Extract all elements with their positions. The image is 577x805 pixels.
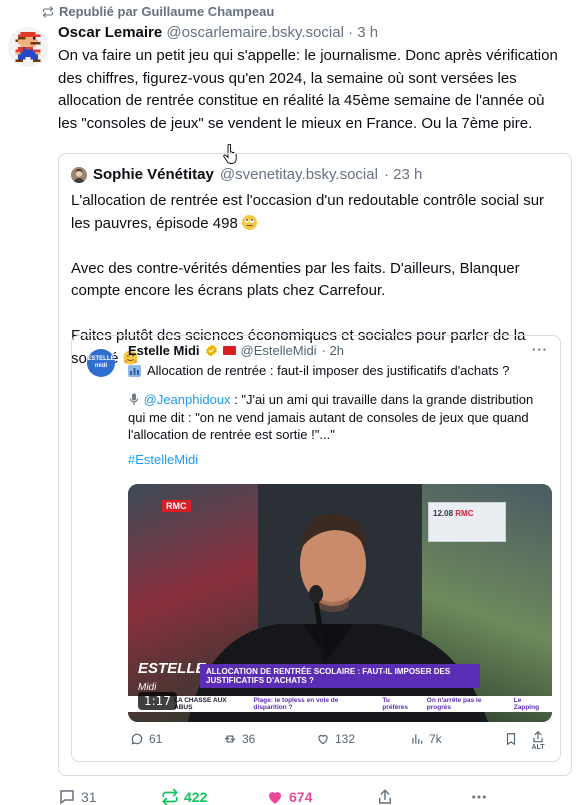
embedded-views-count: 7k <box>429 732 442 746</box>
like-count: 674 <box>289 789 313 805</box>
embedded-post[interactable]: ESTELLE midi Estelle Midi @EstelleMidi ·… <box>71 335 561 762</box>
quoted-post[interactable]: Sophie Vénétitay @svenetitay.bsky.social… <box>58 153 572 776</box>
embedded-retweet-count: 36 <box>242 732 256 746</box>
retweet-icon <box>224 735 236 743</box>
avatar[interactable] <box>8 27 48 67</box>
mention-link[interactable]: @Jeanphidoux <box>144 392 231 407</box>
author-name[interactable]: Oscar Lemaire <box>58 24 162 41</box>
embedded-reply-button[interactable]: 61 <box>130 732 162 746</box>
more-options-button[interactable]: ··· <box>532 342 548 357</box>
quoted-post-header: Sophie Vénétitay @svenetitay.bsky.social… <box>71 166 422 183</box>
alt-badge: ALT <box>531 744 545 751</box>
quoted-paragraph: L'allocation de rentrée est l'occasion d… <box>71 192 545 232</box>
post-time[interactable]: · 3 h <box>348 24 378 41</box>
embedded-share-button[interactable]: ALT <box>531 730 545 751</box>
quoted-post-time[interactable]: · 23 h <box>384 166 422 183</box>
embedded-views-button[interactable]: 7k <box>410 732 442 746</box>
post-actions: 31 422 674 <box>58 788 566 805</box>
views-chart-icon <box>412 734 423 744</box>
ticker-item: Le Zapping <box>513 697 540 711</box>
repost-button[interactable]: 422 <box>161 788 207 805</box>
heart-outline-icon <box>318 734 328 745</box>
embedded-bookmark-button[interactable] <box>504 732 518 746</box>
repost-indicator[interactable]: Republié par Guillaume Champeau <box>42 4 274 19</box>
repost-icon <box>162 788 178 805</box>
estelle-midi-logo[interactable]: ESTELLE midi <box>87 349 115 377</box>
share-icon <box>379 789 391 804</box>
rolling-eyes-emoji-icon <box>241 214 257 230</box>
embedded-title: Allocation de rentrée : faut-il imposer … <box>128 362 509 379</box>
author-handle[interactable]: @oscarlemaire.bsky.social <box>166 24 344 41</box>
repost-count: 422 <box>184 789 208 805</box>
repost-icon <box>42 5 54 18</box>
embedded-author-name[interactable]: Estelle Midi <box>128 343 200 358</box>
verified-badge-icon <box>205 344 217 357</box>
embedded-like-button[interactable]: 132 <box>316 732 355 746</box>
like-button[interactable]: 674 <box>266 788 312 805</box>
repost-label: Republié par Guillaume Champeau <box>59 4 275 19</box>
share-button[interactable] <box>376 788 394 805</box>
embedded-author-handle[interactable]: @EstelleMidi <box>241 343 317 358</box>
rmc-channel-tag: RMC <box>162 500 191 512</box>
person-avatar-icon <box>71 166 87 183</box>
embedded-body: @Jeanphidoux : "J'ai un ami qui travaill… <box>128 392 534 442</box>
embedded-reply-count: 61 <box>149 732 163 746</box>
mario-avatar-icon <box>8 27 48 67</box>
embedded-actions: 61 36 132 7k ALT <box>128 730 554 752</box>
video-ticker: LA CHASSE AUX ABUS Plage: le topless en … <box>128 696 552 712</box>
embedded-retweet-button[interactable]: 36 <box>223 732 255 746</box>
quoted-author-handle[interactable]: @svenetitay.bsky.social <box>220 166 378 183</box>
quoted-paragraph: Avec des contre-vérités démenties par le… <box>71 259 520 300</box>
ticker-item: Plage: le topless en voie de disparition… <box>253 697 339 711</box>
more-icon <box>472 795 486 799</box>
heart-filled-icon <box>269 792 281 804</box>
video-player[interactable]: 12.08 RMC RMC ESTELLE Midi ALLOCATION DE … <box>128 484 552 722</box>
rmc-badge-icon <box>222 346 236 355</box>
bookmark-icon <box>506 733 516 746</box>
quoted-author-name[interactable]: Sophie Vénétitay <box>93 166 214 183</box>
reply-button[interactable]: 31 <box>58 788 97 805</box>
post-text: On va faire un petit jeu qui s'appelle: … <box>58 47 558 132</box>
embedded-time[interactable]: · 2h <box>322 343 344 358</box>
post-header: Oscar Lemaire @oscarlemaire.bsky.social … <box>58 24 378 41</box>
more-button[interactable] <box>470 788 488 805</box>
reply-count: 31 <box>81 789 97 805</box>
avatar[interactable] <box>71 166 87 183</box>
embedded-like-count: 132 <box>335 732 356 746</box>
bar-chart-emoji-icon <box>128 364 141 377</box>
share-icon <box>533 730 543 743</box>
ticker-item: On n'arrête pas le progrès <box>426 697 482 711</box>
ticker-item: LA CHASSE AUX ABUS <box>174 697 227 711</box>
embedded-header: Estelle Midi @EstelleMidi · 2h <box>128 343 344 358</box>
hashtag-link[interactable]: #EstelleMidi <box>128 452 198 467</box>
ticker-item: Tu préfères <box>382 697 408 711</box>
reply-icon <box>131 733 143 745</box>
video-chyron: ALLOCATION DE RENTRÉE SCOLAIRE : FAUT-IL… <box>200 664 480 688</box>
show-logo: ESTELLE Midi <box>138 660 206 693</box>
video-duration-badge: 1:17 <box>138 692 177 710</box>
reply-icon <box>60 790 74 805</box>
microphone-emoji-icon <box>129 393 139 405</box>
